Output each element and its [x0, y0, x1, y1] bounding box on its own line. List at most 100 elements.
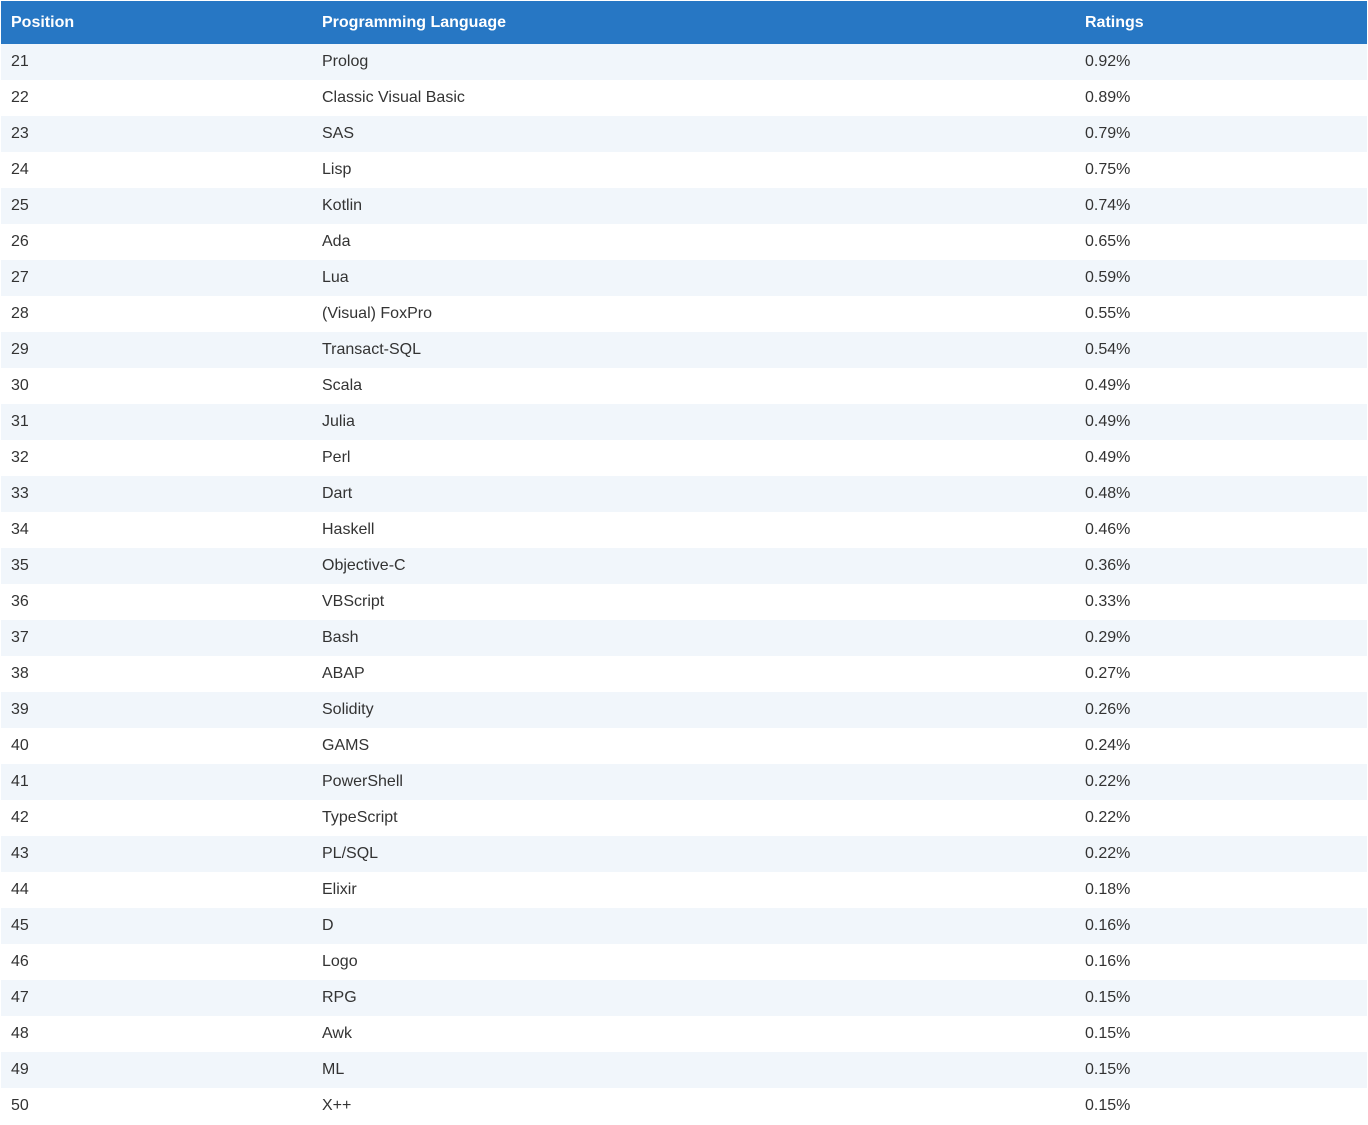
language-cell: SAS	[322, 125, 355, 142]
position-cell: 32	[11, 449, 29, 466]
rating-cell: 0.92%	[1085, 53, 1131, 70]
language-cell: D	[322, 917, 334, 934]
table-row: 23 SAS 0.79%	[1, 116, 1367, 152]
column-header-position[interactable]: Position	[1, 1, 312, 44]
table-row: 46 Logo 0.16%	[1, 944, 1367, 980]
position-cell: 45	[11, 917, 29, 934]
table-row: 34 Haskell 0.46%	[1, 512, 1367, 548]
language-cell: GAMS	[322, 737, 370, 754]
rating-cell: 0.36%	[1085, 557, 1131, 574]
rating-cell: 0.24%	[1085, 737, 1131, 754]
rating-cell: 0.18%	[1085, 881, 1131, 898]
language-cell: Bash	[322, 629, 359, 646]
language-cell: X++	[322, 1097, 352, 1114]
position-cell: 22	[11, 89, 29, 106]
position-cell: 37	[11, 629, 29, 646]
language-cell: RPG	[322, 989, 357, 1006]
position-cell: 46	[11, 953, 29, 970]
language-cell: Elixir	[322, 881, 357, 898]
position-cell: 38	[11, 665, 29, 682]
position-cell: 48	[11, 1025, 29, 1042]
position-cell: 33	[11, 485, 29, 502]
table-row: 36 VBScript 0.33%	[1, 584, 1367, 620]
position-cell: 43	[11, 845, 29, 862]
rating-cell: 0.15%	[1085, 1097, 1131, 1114]
language-cell: PL/SQL	[322, 845, 379, 862]
rating-cell: 0.59%	[1085, 269, 1131, 286]
position-cell: 26	[11, 233, 29, 250]
language-cell: ABAP	[322, 665, 365, 682]
rating-cell: 0.22%	[1085, 845, 1131, 862]
table-body: 21 Prolog 0.92% 22 Classic Visual Basic 0.89%…	[1, 44, 1367, 1124]
table-row: 22 Classic Visual Basic 0.89%	[1, 80, 1367, 116]
position-cell: 40	[11, 737, 29, 754]
position-cell: 24	[11, 161, 29, 178]
position-cell: 28	[11, 305, 29, 322]
language-cell: ML	[322, 1061, 345, 1078]
rating-cell: 0.74%	[1085, 197, 1131, 214]
position-cell: 41	[11, 773, 29, 790]
rating-cell: 0.16%	[1085, 953, 1131, 970]
rating-cell: 0.49%	[1085, 413, 1131, 430]
table-row: 44 Elixir 0.18%	[1, 872, 1367, 908]
table-row: 30 Scala 0.49%	[1, 368, 1367, 404]
language-cell: Ada	[322, 233, 351, 250]
rating-cell: 0.15%	[1085, 989, 1131, 1006]
rating-cell: 0.75%	[1085, 161, 1131, 178]
table-row: 32 Perl 0.49%	[1, 440, 1367, 476]
table-row: 25 Kotlin 0.74%	[1, 188, 1367, 224]
language-cell: Scala	[322, 377, 363, 394]
rating-cell: 0.46%	[1085, 521, 1131, 538]
language-cell: TypeScript	[322, 809, 398, 826]
position-cell: 31	[11, 413, 29, 430]
language-cell: Dart	[322, 485, 353, 502]
table-row: 29 Transact-SQL 0.54%	[1, 332, 1367, 368]
position-cell: 25	[11, 197, 29, 214]
column-header-language[interactable]: Programming Language	[312, 1, 1075, 44]
language-cell: VBScript	[322, 593, 385, 610]
language-cell: Lisp	[322, 161, 352, 178]
language-cell: Prolog	[322, 53, 369, 70]
table-row: 42 TypeScript 0.22%	[1, 800, 1367, 836]
rating-cell: 0.49%	[1085, 377, 1131, 394]
language-rankings-table: Position Programming Language Ratings 21…	[1, 1, 1367, 1124]
rating-cell: 0.55%	[1085, 305, 1131, 322]
rating-cell: 0.16%	[1085, 917, 1131, 934]
table-row: 39 Solidity 0.26%	[1, 692, 1367, 728]
language-cell: (Visual) FoxPro	[322, 305, 432, 322]
table-row: 49 ML 0.15%	[1, 1052, 1367, 1088]
table-row: 26 Ada 0.65%	[1, 224, 1367, 260]
language-cell: PowerShell	[322, 773, 403, 790]
table-row: 38 ABAP 0.27%	[1, 656, 1367, 692]
table-row: 37 Bash 0.29%	[1, 620, 1367, 656]
position-cell: 36	[11, 593, 29, 610]
rating-cell: 0.15%	[1085, 1025, 1131, 1042]
position-cell: 30	[11, 377, 29, 394]
position-cell: 44	[11, 881, 29, 898]
column-header-ratings[interactable]: Ratings	[1075, 1, 1367, 44]
header-row: Position Programming Language Ratings	[1, 1, 1367, 44]
table-row: 43 PL/SQL 0.22%	[1, 836, 1367, 872]
language-cell: Kotlin	[322, 197, 363, 214]
table-row: 21 Prolog 0.92%	[1, 44, 1367, 80]
table-row: 28 (Visual) FoxPro 0.55%	[1, 296, 1367, 332]
rating-cell: 0.26%	[1085, 701, 1131, 718]
position-cell: 49	[11, 1061, 29, 1078]
position-cell: 35	[11, 557, 29, 574]
language-cell: Julia	[322, 413, 355, 430]
rankings-table-container: Position Programming Language Ratings 21…	[1, 1, 1367, 1125]
table-row: 41 PowerShell 0.22%	[1, 764, 1367, 800]
rating-cell: 0.15%	[1085, 1061, 1131, 1078]
position-cell: 47	[11, 989, 29, 1006]
language-cell: Objective-C	[322, 557, 406, 574]
rating-cell: 0.89%	[1085, 89, 1131, 106]
rating-cell: 0.33%	[1085, 593, 1131, 610]
table-row: 48 Awk 0.15%	[1, 1016, 1367, 1052]
position-cell: 29	[11, 341, 29, 358]
rating-cell: 0.49%	[1085, 449, 1131, 466]
position-cell: 50	[11, 1097, 29, 1114]
position-cell: 39	[11, 701, 29, 718]
rating-cell: 0.48%	[1085, 485, 1131, 502]
rating-cell: 0.29%	[1085, 629, 1131, 646]
position-cell: 21	[11, 53, 29, 70]
